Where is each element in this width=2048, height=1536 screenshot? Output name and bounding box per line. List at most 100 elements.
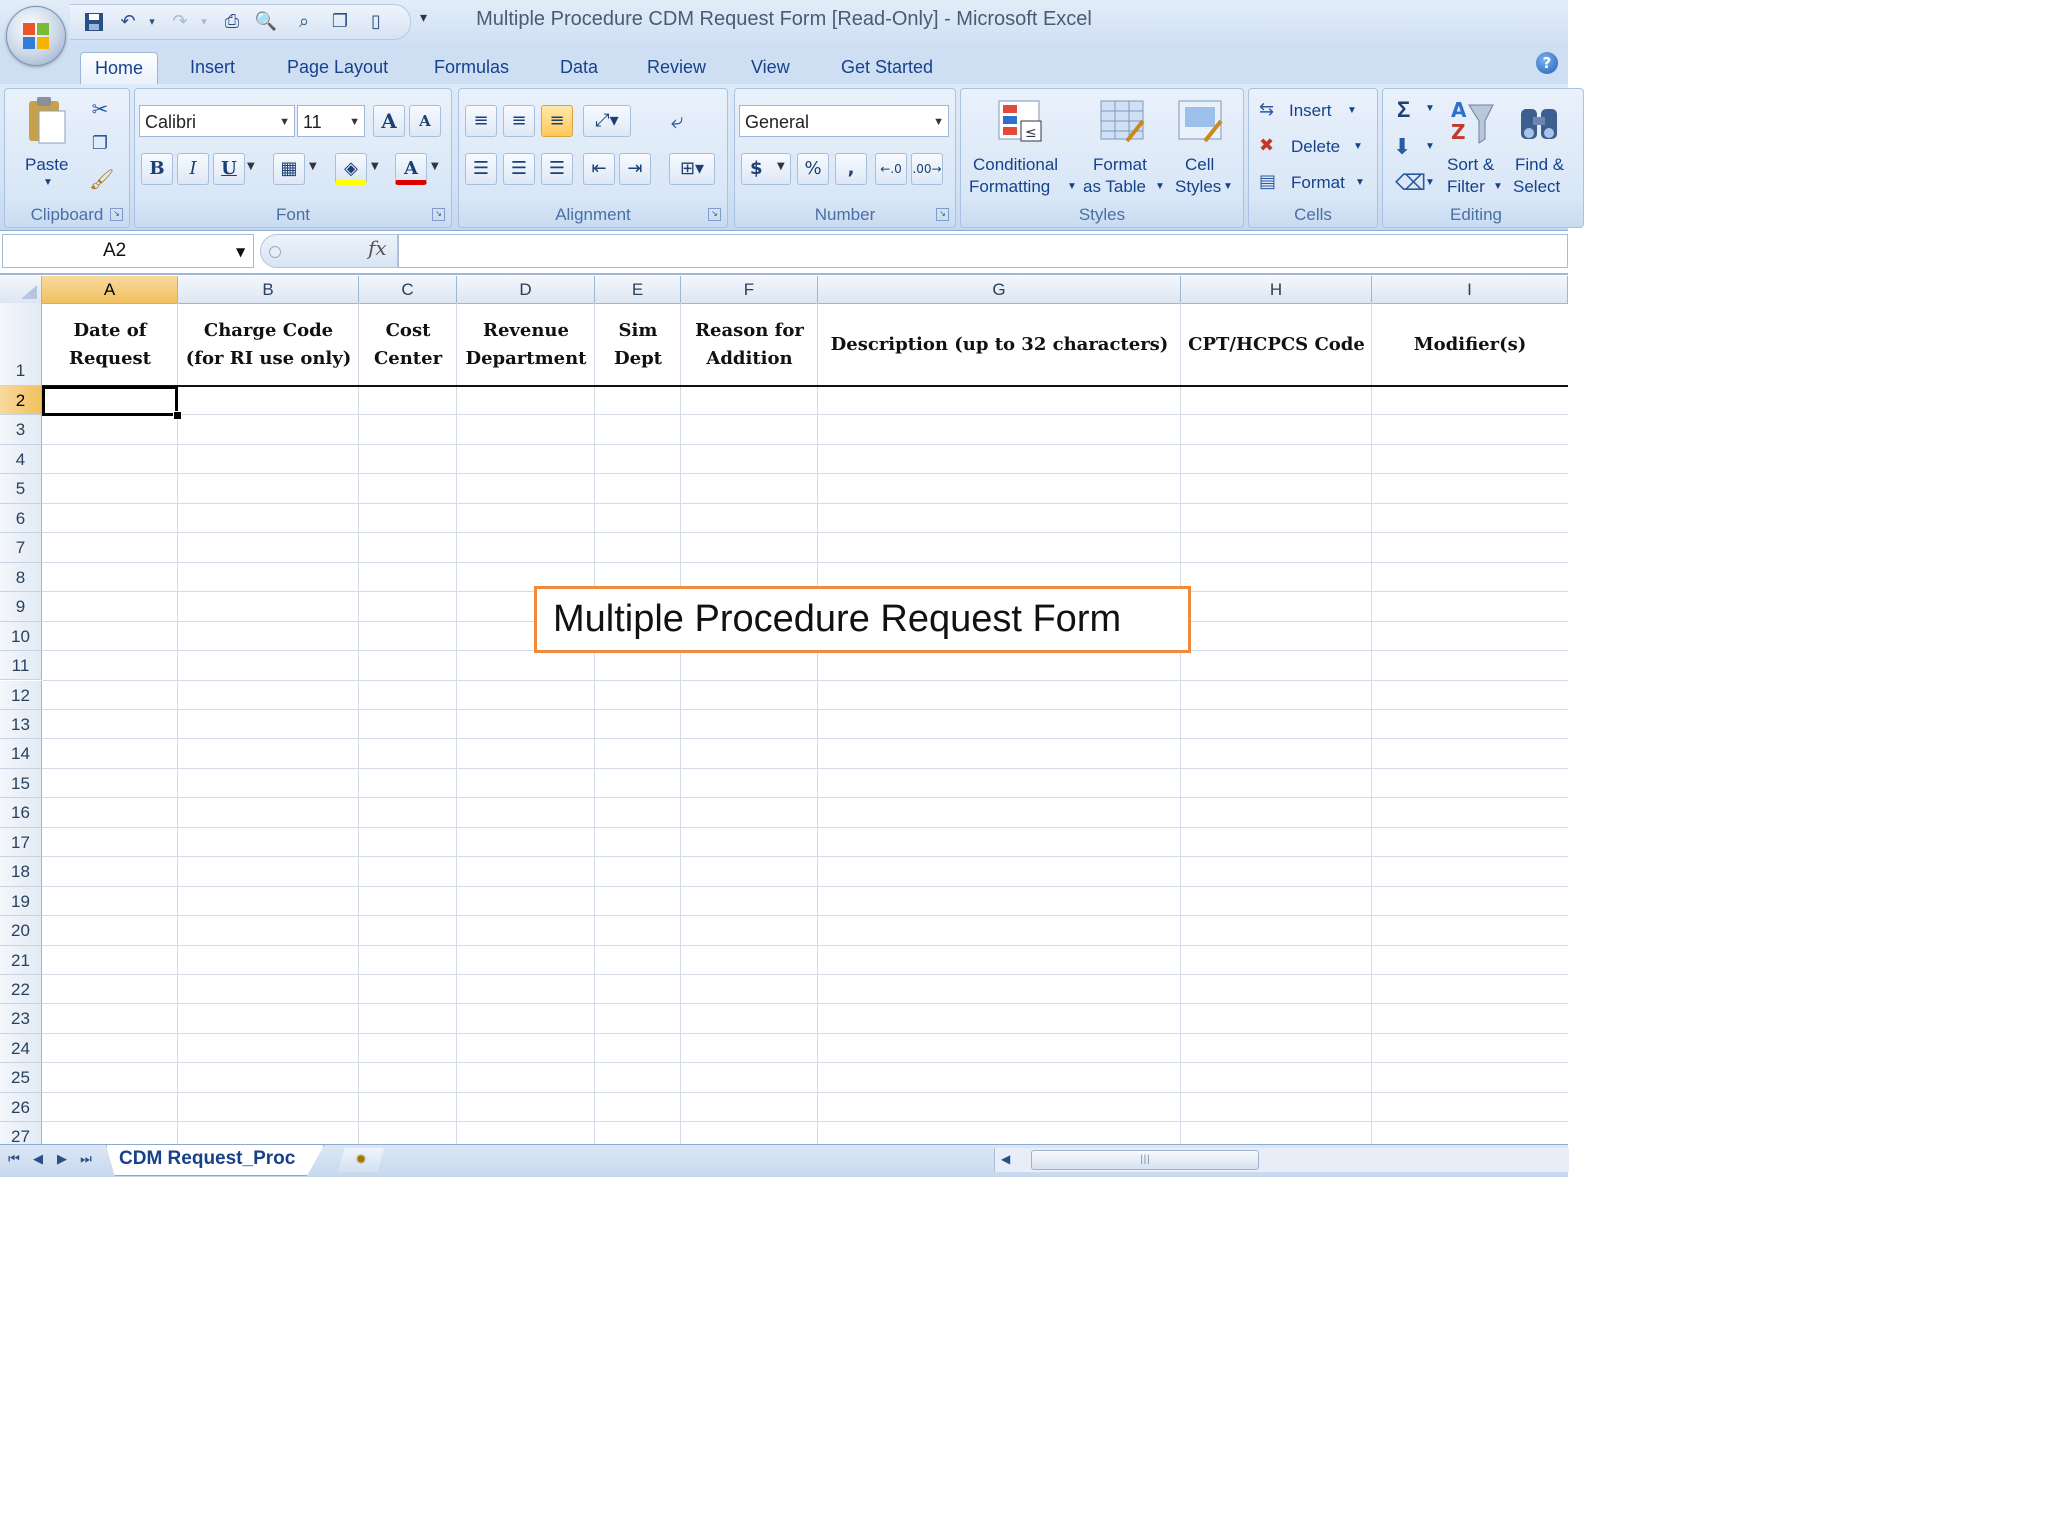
worksheet-grid[interactable]: A B C D E F G H I 1 2 3 4 5 6 7 8 9 10 11 12 13 14 15 1…: [0, 276, 1568, 1144]
column-header-b[interactable]: B: [178, 276, 359, 303]
row-header-4[interactable]: 4: [0, 444, 42, 475]
underline-button[interactable]: U: [213, 153, 245, 185]
sort-filter-icon[interactable]: AZ: [1449, 97, 1495, 147]
delete-cells-icon[interactable]: ✖: [1259, 135, 1274, 156]
format-cells-button[interactable]: Format: [1291, 173, 1345, 193]
alignment-launcher-icon[interactable]: ↘: [708, 208, 721, 221]
row-header-25[interactable]: 25: [0, 1063, 42, 1093]
cell-b1[interactable]: Charge Code (for RI use only): [178, 303, 359, 386]
autosum-dropdown-icon[interactable]: ▼: [1425, 103, 1435, 114]
cell-h1[interactable]: CPT/HCPCS Code: [1181, 303, 1372, 386]
cell-c1[interactable]: Cost Center: [359, 303, 457, 386]
column-header-g[interactable]: G: [818, 276, 1181, 303]
expand-handle-icon[interactable]: [269, 246, 281, 258]
fill-color-dropdown-icon[interactable]: ▼: [371, 161, 379, 172]
tab-data[interactable]: Data: [546, 52, 612, 84]
row-header-10[interactable]: 10: [0, 621, 42, 652]
select-all-button[interactable]: [0, 276, 42, 303]
find-select-label-1[interactable]: Find &: [1515, 155, 1564, 175]
cell-a1[interactable]: Date of Request: [42, 303, 178, 386]
previous-sheet-icon[interactable]: ◀: [28, 1150, 48, 1170]
orientation-icon[interactable]: ⤢▾: [583, 105, 631, 137]
decrease-indent-icon[interactable]: ⇤: [583, 153, 615, 185]
conditional-formatting-label-1[interactable]: Conditional: [973, 155, 1058, 175]
row-header-11[interactable]: 11: [0, 651, 42, 681]
column-header-d[interactable]: D: [457, 276, 595, 303]
clipboard-launcher-icon[interactable]: ↘: [110, 208, 123, 221]
cell-g1[interactable]: Description (up to 32 characters): [818, 303, 1181, 386]
number-format-combo[interactable]: General ▼: [739, 105, 949, 137]
find-select-icon[interactable]: [1517, 99, 1563, 145]
name-box[interactable]: A2: [2, 234, 254, 268]
tab-view[interactable]: View: [737, 52, 804, 84]
clear-dropdown-icon[interactable]: ▼: [1425, 177, 1435, 188]
font-size-combo[interactable]: 11 ▼: [297, 105, 365, 137]
italic-button[interactable]: I: [177, 153, 209, 185]
row-header-16[interactable]: 16: [0, 798, 42, 828]
first-sheet-icon[interactable]: ⏮: [4, 1150, 24, 1170]
row-header-21[interactable]: 21: [0, 945, 42, 975]
cell-styles-icon[interactable]: [1175, 97, 1227, 147]
row-header-17[interactable]: 17: [0, 827, 42, 858]
comma-button[interactable]: ,: [835, 153, 867, 185]
decrease-decimal-icon[interactable]: .00→: [911, 153, 943, 185]
align-top-icon[interactable]: ≡: [465, 105, 497, 137]
tab-formulas[interactable]: Formulas: [420, 52, 523, 84]
name-box-dropdown-icon[interactable]: ▼: [236, 245, 245, 259]
row-header-7[interactable]: 7: [0, 533, 42, 563]
scroll-left-icon[interactable]: ◀: [1001, 1152, 1010, 1166]
delete-dropdown-icon[interactable]: ▼: [1353, 141, 1363, 152]
paste-icon[interactable]: [23, 95, 71, 147]
cut-icon[interactable]: ✂: [89, 97, 111, 121]
shrink-font-button[interactable]: A: [409, 105, 441, 137]
column-header-i[interactable]: I: [1372, 276, 1568, 303]
fill-dropdown-icon[interactable]: ▼: [1425, 141, 1435, 152]
scrollbar-thumb[interactable]: |||: [1031, 1150, 1259, 1170]
font-launcher-icon[interactable]: ↘: [432, 208, 445, 221]
column-header-a[interactable]: A: [42, 276, 178, 303]
text-box-form-title[interactable]: Multiple Procedure Request Form: [534, 586, 1191, 653]
tab-get-started[interactable]: Get Started: [827, 52, 947, 84]
row-header-15[interactable]: 15: [0, 768, 42, 799]
align-middle-icon[interactable]: ≡: [503, 105, 535, 137]
row-header-8[interactable]: 8: [0, 562, 42, 593]
row-header-22[interactable]: 22: [0, 975, 42, 1005]
paste-button[interactable]: Paste: [25, 155, 68, 175]
format-dropdown-icon[interactable]: ▼: [1355, 177, 1365, 188]
wrap-text-icon[interactable]: ⤶: [671, 109, 683, 134]
fill-icon[interactable]: ⬇: [1393, 135, 1411, 160]
cell-d1[interactable]: Revenue Department: [457, 303, 595, 386]
find-select-label-2[interactable]: Select: [1513, 177, 1560, 197]
font-color-dropdown-icon[interactable]: ▼: [431, 161, 439, 172]
row-header-19[interactable]: 19: [0, 886, 42, 917]
bold-button[interactable]: B: [141, 153, 173, 185]
font-color-button[interactable]: A: [395, 153, 427, 185]
row-header-5[interactable]: 5: [0, 474, 42, 504]
format-as-table-label-1[interactable]: Format: [1093, 155, 1147, 175]
row-header-18[interactable]: 18: [0, 857, 42, 887]
column-header-e[interactable]: E: [595, 276, 681, 303]
sort-filter-dropdown-icon[interactable]: ▼: [1493, 181, 1503, 192]
borders-dropdown-icon[interactable]: ▼: [309, 161, 317, 172]
sort-filter-label-1[interactable]: Sort &: [1447, 155, 1494, 175]
tab-insert[interactable]: Insert: [176, 52, 249, 84]
number-launcher-icon[interactable]: ↘: [936, 208, 949, 221]
percent-button[interactable]: %: [797, 153, 829, 185]
fill-color-icon[interactable]: ◈: [335, 153, 367, 185]
insert-dropdown-icon[interactable]: ▼: [1347, 105, 1357, 116]
cell-e1[interactable]: Sim Dept: [595, 303, 681, 386]
grow-font-button[interactable]: A: [373, 105, 405, 137]
insert-sheet-icon[interactable]: ✹: [338, 1148, 384, 1172]
clear-icon[interactable]: ⌫: [1395, 171, 1426, 196]
row-header-1[interactable]: 1: [0, 303, 42, 386]
increase-decimal-icon[interactable]: ←.0: [875, 153, 907, 185]
insert-cells-icon[interactable]: ⇆: [1259, 99, 1274, 120]
row-header-14[interactable]: 14: [0, 739, 42, 769]
formula-input[interactable]: [398, 234, 1568, 268]
insert-cells-button[interactable]: Insert: [1289, 101, 1332, 121]
tab-page-layout[interactable]: Page Layout: [273, 52, 402, 84]
align-center-icon[interactable]: ☰: [503, 153, 535, 185]
format-cells-icon[interactable]: ▤: [1259, 171, 1276, 192]
copy-icon[interactable]: ❐: [89, 133, 111, 154]
conditional-formatting-dropdown-icon[interactable]: ▼: [1067, 181, 1077, 192]
